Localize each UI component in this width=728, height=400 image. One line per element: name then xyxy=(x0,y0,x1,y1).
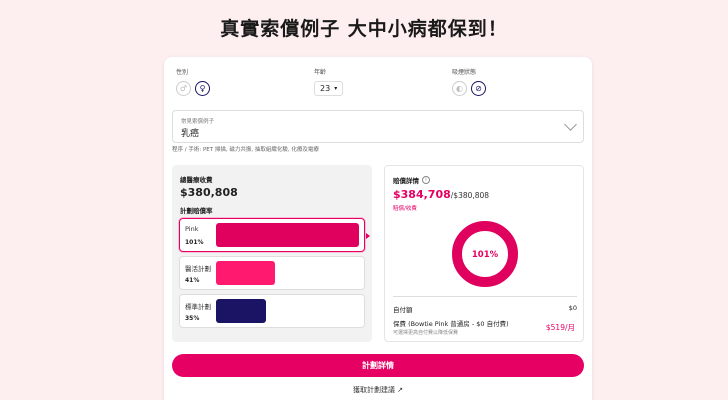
smoker-icon[interactable]: ◐ xyxy=(452,81,467,96)
claim-detail-title: 賠償詳情 i xyxy=(393,175,430,185)
deductible-row: 自付額 $0 xyxy=(393,304,577,314)
female-icon[interactable]: ♀ xyxy=(195,81,210,96)
premium-label: 保費 (Bowtie Pink 普通房 - $0 自付費) xyxy=(393,320,509,328)
male-icon[interactable]: ♂ xyxy=(176,81,191,96)
smoking-label: 吸煙狀態 xyxy=(452,69,477,76)
chevron-down-icon: ▾ xyxy=(334,85,338,92)
page-headline: 真實索償例子 大中小病都保到！ xyxy=(220,18,508,40)
claim-example-value: 乳癌 xyxy=(181,129,200,139)
smoking-filter: 吸煙狀態 ◐ ⊘ xyxy=(452,67,486,96)
claim-example-label: 常見索償例子 xyxy=(181,119,215,125)
claim-detail-panel: 賠償詳情 i $384,708/$380,808 賠償/收費 101% 自付額 … xyxy=(384,165,584,342)
plan-bar-pink[interactable]: Pink 101% xyxy=(179,218,365,252)
selection-arrow-icon xyxy=(366,233,370,239)
divider xyxy=(393,296,577,297)
age-label: 年齡 xyxy=(314,69,327,76)
claim-detail-title-text: 賠償詳情 xyxy=(393,177,419,185)
plan-name: 醫活計劃 xyxy=(185,265,211,273)
plan-bar-standard[interactable]: 標準計劃 35% xyxy=(179,294,365,328)
gender-label: 性別 xyxy=(176,69,189,76)
info-icon[interactable]: i xyxy=(422,176,430,184)
claim-ratio-label: 賠償/收費 xyxy=(393,206,417,212)
plan-bar-fill xyxy=(216,299,266,323)
plan-name: Pink xyxy=(185,225,199,233)
claim-amount: $384,708/$380,808 xyxy=(393,188,489,201)
total-cost-amount: $380,808 xyxy=(180,186,238,199)
donut-percentage: 101% xyxy=(471,250,499,260)
claim-example-dropdown[interactable]: 常見索償例子 乳癌 xyxy=(172,110,584,143)
plan-bar-medical[interactable]: 醫活計劃 41% xyxy=(179,256,365,290)
deductible-label: 自付額 xyxy=(393,306,413,314)
plan-pct: 35% xyxy=(185,315,200,322)
plan-name: 標準計劃 xyxy=(185,303,211,311)
claim-amount-value: $384,708 xyxy=(393,188,451,201)
plan-details-button[interactable]: 計劃詳情 xyxy=(172,354,584,377)
plan-bar-fill xyxy=(216,223,359,247)
age-select[interactable]: 23 ▾ xyxy=(314,81,344,96)
filters-row: 性別 ♂ ♀ 年齡 23 ▾ 吸煙狀態 ◐ ⊘ xyxy=(176,67,580,107)
total-cost-label: 總醫療收費 xyxy=(180,176,213,184)
procedures-text: 程序 / 手術: PET 掃描, 磁力共振, 抽取組織化驗, 化療及電療 xyxy=(172,147,319,153)
claim-total: /$380,808 xyxy=(450,191,490,200)
medical-cost-panel: 總醫療收費 $380,808 計劃賠償率 Pink 101% 醫活計劃 41% … xyxy=(172,165,372,342)
age-value: 23 xyxy=(320,84,331,93)
age-filter: 年齡 23 ▾ xyxy=(314,67,344,96)
chevron-down-icon xyxy=(564,118,577,131)
plan-bar-fill xyxy=(216,261,275,285)
non-smoker-icon[interactable]: ⊘ xyxy=(471,81,486,96)
plan-pct: 41% xyxy=(185,277,200,284)
premium-value: $519/月 xyxy=(545,323,575,332)
claim-calculator-card: 性別 ♂ ♀ 年齡 23 ▾ 吸煙狀態 ◐ ⊘ 常見索償例子 乳癌 程序 / 手… xyxy=(164,57,592,400)
deductible-value: $0 xyxy=(568,304,577,312)
gender-filter: 性別 ♂ ♀ xyxy=(176,67,210,96)
rate-label: 計劃賠償率 xyxy=(180,207,213,215)
get-plan-advice-link[interactable]: 獲取計劃建議 ↗ xyxy=(164,385,592,395)
plan-pct: 101% xyxy=(185,239,204,246)
premium-note: 可選擇更高自付費以降低保費 xyxy=(393,330,459,336)
